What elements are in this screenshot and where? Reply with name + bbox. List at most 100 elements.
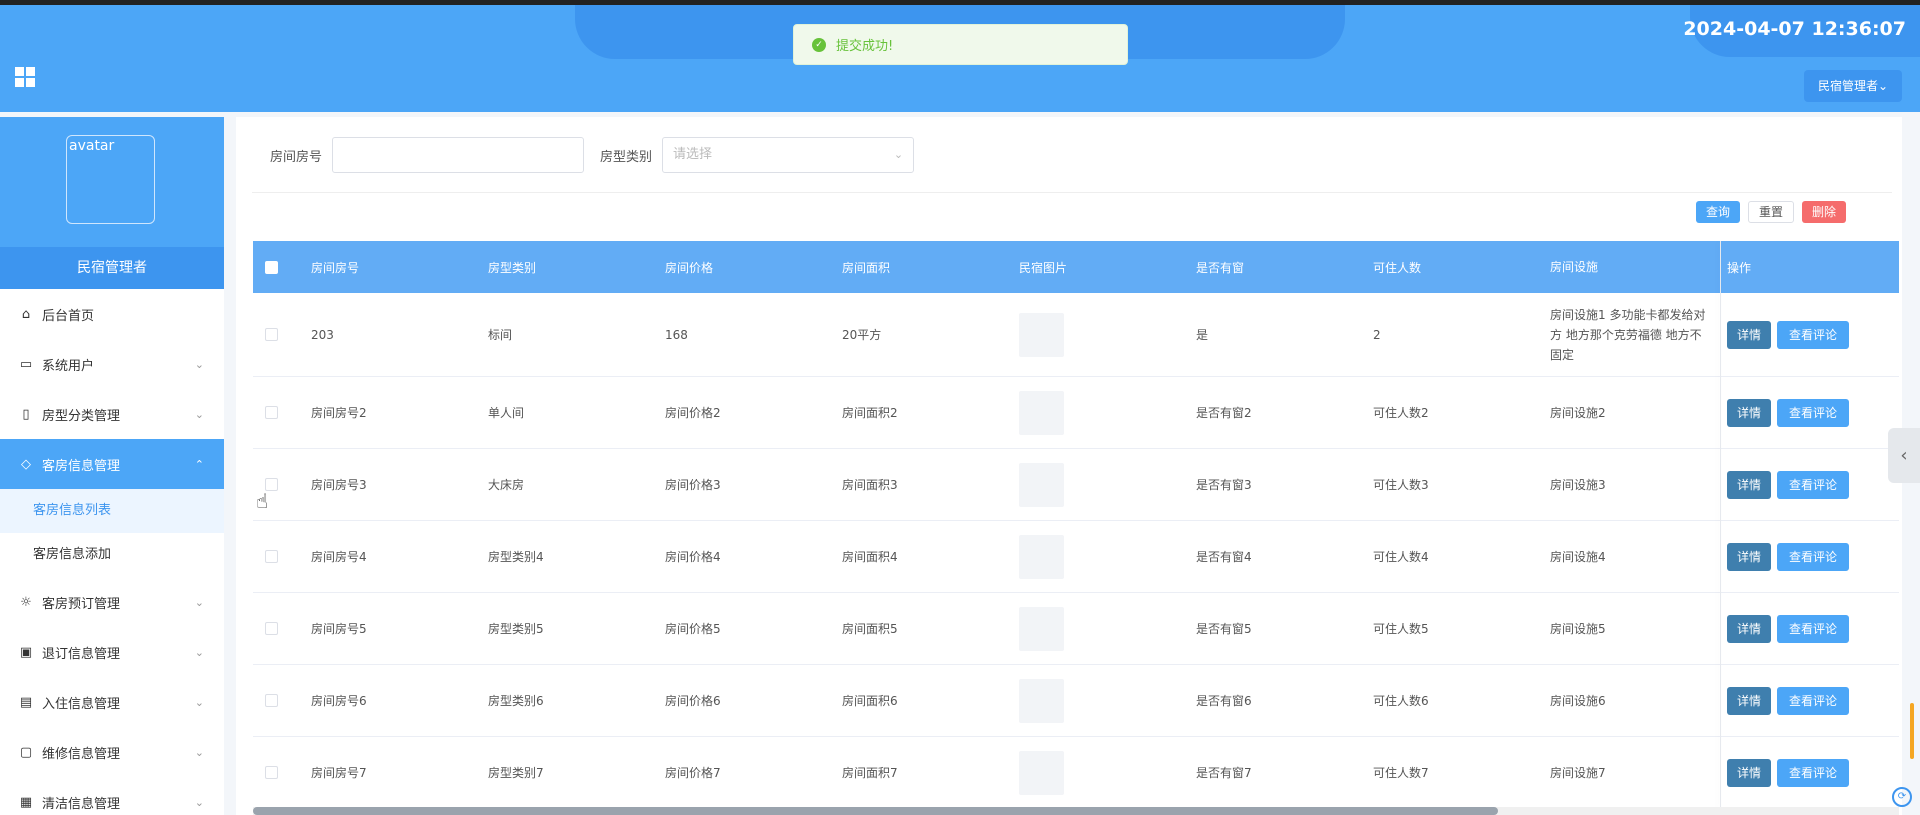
detail-button[interactable]: 详情 [1727,614,1772,643]
column-header: 房间房号 [311,260,360,275]
detail-button[interactable]: 详情 [1727,686,1772,715]
collapse-panel-tab[interactable]: ‹ [1888,428,1920,483]
header-checkbox-cell [253,260,301,274]
room-image-thumbnail[interactable] [1019,678,1064,723]
sidebar-item-label: 入住信息管理 [42,696,121,712]
detail-button[interactable]: 详情 [1727,542,1772,571]
table-cell: 房间价格7 [665,766,721,780]
sidebar-item-label: 退订信息管理 [42,646,121,662]
column-header: 房间设施 [1550,260,1599,274]
avatar[interactable]: avatar [66,135,155,224]
table-header: 房间房号 房型类别 房间价格 房间面积 民宿图片 是否有窗 可住人数 房间设施 操作 [253,241,1899,293]
table-cell: 房间价格3 [665,478,721,492]
sidebar-item-4[interactable]: ◇ 客房信息管理 ⌃ [0,439,224,489]
room-image-thumbnail[interactable] [1019,534,1064,579]
detail-button[interactable]: 详情 [1727,398,1772,427]
query-button[interactable]: 查询 [1695,201,1740,223]
box-icon: ▦ [19,794,33,810]
sidebar-item-label: 后台首页 [42,308,95,324]
fixed-column-divider [1720,241,1721,809]
scrollbar-thumb[interactable] [253,807,1498,815]
chevron-down-icon: ⌄ [194,795,204,809]
view-reviews-button[interactable]: 查看评论 [1777,614,1850,643]
sun-icon: ☼ [20,594,32,610]
row-checkbox-cell [253,766,301,779]
detail-button[interactable]: 详情 [1727,758,1772,787]
sidebar-subitem-1[interactable]: 客房信息列表 [0,489,224,533]
operation-cell: 详情 查看评论 [1712,470,1892,499]
column-header: 可住人数 [1373,260,1422,275]
table-cell: 20平方 [842,328,882,342]
tag-icon: ◇ [21,456,31,472]
table-cell: 房间设施1 多功能卡都发给对方 地方那个克劳福德 地方不固定 [1550,307,1706,362]
sidebar-item-label: 系统用户 [42,358,95,374]
reset-button[interactable]: 重置 [1747,201,1794,223]
table-cell: 房间价格6 [665,694,721,708]
table-cell: 房间设施6 [1550,693,1606,708]
room-image-thumbnail[interactable] [1019,606,1064,651]
filter-form: 房间房号 房型类别 请选择 ⌄ [270,137,915,173]
sidebar-item-2[interactable]: ▭ 系统用户 ⌄ [0,339,224,389]
chevron-down-icon: ⌄ [194,645,204,659]
table-cell: 房间面积6 [842,694,898,708]
sidebar-item-8[interactable]: ▢ 维修信息管理 ⌄ [0,727,224,777]
table-cell: 可住人数2 [1373,406,1429,420]
row-checkbox[interactable] [265,406,278,419]
view-reviews-button[interactable]: 查看评论 [1777,686,1850,715]
room-type-select[interactable]: 请选择 ⌄ [662,137,915,173]
row-checkbox[interactable] [265,766,278,779]
view-reviews-button[interactable]: 查看评论 [1777,320,1850,349]
delete-button[interactable]: 删除 [1801,201,1846,223]
room-image-thumbnail[interactable] [1019,312,1064,357]
detail-button[interactable]: 详情 [1727,470,1772,499]
table-cell: 房间房号4 [311,550,367,564]
room-image-thumbnail[interactable] [1019,462,1064,507]
table-row: 203 标间 168 20平方 是 2 房间设施1 多功能卡都发给对方 地方那个克劳福德 地… [253,293,1899,377]
datetime-display: 2024-04-07 12:36:07 [1683,18,1906,40]
view-reviews-button[interactable]: 查看评论 [1777,470,1850,499]
table-cell: 房型类别5 [488,622,544,636]
table-cell: 大床房 [488,478,525,492]
horizontal-scrollbar[interactable] [253,807,1899,815]
sidebar-item-3[interactable]: ▯ 房型分类管理 ⌄ [0,389,224,439]
room-no-input[interactable] [332,137,585,173]
row-checkbox[interactable] [265,328,278,341]
sidebar-subitem-2[interactable]: 客房信息添加 [0,533,224,577]
user-menu-dropdown[interactable]: 民宿管理者⌄ [1803,70,1902,102]
chevron-down-icon: ⌄ [893,148,904,161]
select-all-checkbox[interactable] [265,260,278,274]
view-reviews-button[interactable]: 查看评论 [1777,758,1850,787]
table-cell: 是否有窗4 [1196,550,1252,564]
sidebar: avatar 民宿管理者 ⌂ 后台首页 ▭ 系统用户 ⌄ ▯ 房型分类管理 ⌄ ◇ 客房信息管理 ⌃… [0,117,224,815]
hand-cursor-icon: ☝ [256,489,269,513]
table-cell: 房间价格4 [665,550,721,564]
table-cell: 可住人数4 [1373,550,1429,564]
row-checkbox[interactable] [265,694,278,707]
view-reviews-button[interactable]: 查看评论 [1777,542,1850,571]
profile-name: 民宿管理者 [0,247,224,289]
operation-cell: 详情 查看评论 [1712,542,1892,571]
sidebar-item-6[interactable]: ▣ 退订信息管理 ⌄ [0,627,224,677]
inbox-icon: ▣ [19,644,33,660]
table-cell: 房间设施5 [1550,621,1606,636]
view-reviews-button[interactable]: 查看评论 [1777,398,1850,427]
sidebar-item-9[interactable]: ▦ 清洁信息管理 ⌄ [0,777,224,815]
room-image-thumbnail[interactable] [1019,390,1064,435]
sidebar-item-7[interactable]: ▤ 入住信息管理 ⌄ [0,677,224,727]
sidebar-item-5[interactable]: ☼ 客房预订管理 ⌄ [0,577,224,627]
table-cell: 房型类别7 [488,766,544,780]
detail-button[interactable]: 详情 [1727,320,1772,349]
sidebar-item-1[interactable]: ⌂ 后台首页 [0,289,224,339]
assistant-icon[interactable]: ⟳ [1892,787,1912,807]
image-cell [1009,312,1186,357]
table-cell: 房间房号2 [311,406,367,420]
table-cell: 203 [311,327,334,342]
row-checkbox[interactable] [265,550,278,563]
column-header: 房间面积 [842,260,891,275]
row-checkbox[interactable] [265,622,278,635]
room-type-placeholder: 请选择 [673,147,713,162]
chat-icon: ▢ [19,744,33,760]
grid-menu-icon[interactable] [15,67,35,87]
image-cell [1009,750,1186,795]
room-image-thumbnail[interactable] [1019,750,1064,795]
